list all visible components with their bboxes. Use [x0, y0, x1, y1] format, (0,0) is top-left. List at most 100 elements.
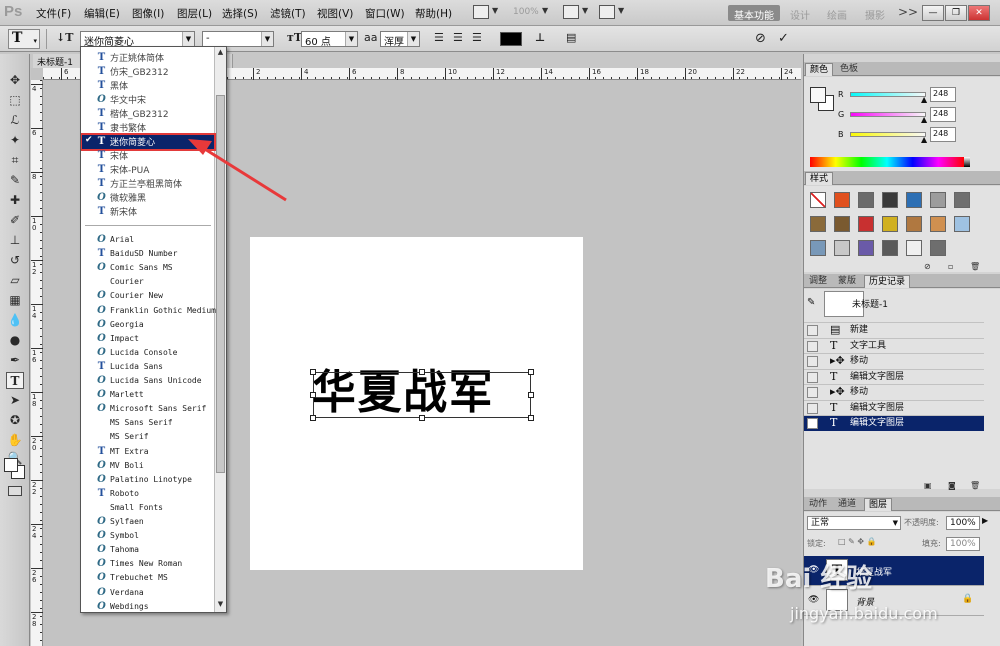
tool-preset-picker[interactable]: T ▾ — [8, 29, 40, 49]
chevron-right-icon[interactable]: ▶ — [982, 516, 988, 525]
minimize-icon[interactable]: — — [922, 5, 944, 21]
gradient-tool-icon[interactable]: ▦ — [6, 292, 24, 309]
style-swatch[interactable] — [834, 216, 850, 232]
tab-history[interactable]: 历史记录 — [864, 275, 911, 288]
transform-handle[interactable] — [419, 415, 425, 421]
style-swatch[interactable] — [858, 240, 874, 256]
history-item[interactable]: ▤ 新建 — [804, 322, 984, 338]
font-option[interactable]: O 华文中宋 — [82, 93, 214, 107]
style-swatch[interactable] — [882, 216, 898, 232]
chevron-down-icon[interactable]: ▼ — [492, 6, 498, 15]
chevron-down-icon[interactable]: ▼ — [893, 517, 898, 529]
chevron-down-icon[interactable]: ▼ — [182, 32, 194, 46]
transform-handle[interactable] — [310, 415, 316, 421]
tab-layers[interactable]: 图层 — [864, 498, 893, 511]
font-option[interactable]: T 方正姚体简体 — [82, 51, 214, 65]
history-brush-tool-icon[interactable]: ↺ — [6, 252, 24, 269]
zoom-level[interactable]: 100% — [513, 7, 539, 17]
style-swatch[interactable] — [930, 216, 946, 232]
chevron-down-icon[interactable]: ▼ — [345, 32, 357, 46]
menu-edit[interactable]: 编辑(E) — [84, 6, 120, 21]
canvas[interactable]: 华夏战军 — [250, 237, 583, 570]
font-option[interactable]: Small Fonts — [82, 501, 214, 515]
font-option[interactable]: O Impact — [82, 332, 214, 346]
style-swatch[interactable] — [810, 192, 826, 208]
brush-tool-icon[interactable]: ✐ — [6, 212, 24, 229]
snapshot-source-icon[interactable]: ✎ — [807, 297, 815, 308]
align-right-icon[interactable]: ☰ — [472, 31, 482, 47]
transform-handle[interactable] — [310, 392, 316, 398]
menu-filter[interactable]: 滤镜(T) — [270, 6, 306, 21]
marquee-tool-icon[interactable]: ⬚ — [6, 92, 24, 109]
font-option[interactable]: T 隶书繁体 — [82, 121, 214, 135]
trash-icon[interactable]: 🗑 — [970, 481, 980, 490]
font-option[interactable]: MS Sans Serif — [82, 416, 214, 430]
transform-handle[interactable] — [419, 369, 425, 375]
style-swatch[interactable] — [882, 240, 898, 256]
chevron-down-icon[interactable]: ▼ — [542, 6, 548, 15]
slider-knob-icon[interactable]: ▲ — [921, 115, 927, 124]
snapshot-name[interactable]: 未标题-1 — [852, 297, 888, 310]
style-swatch[interactable] — [930, 192, 946, 208]
font-option[interactable]: Courier — [82, 275, 214, 289]
history-item[interactable]: T 编辑文字图层 — [804, 415, 984, 431]
scroll-down-icon[interactable]: ▼ — [215, 600, 226, 611]
history-item[interactable]: T 文字工具 — [804, 337, 984, 354]
transform-handle[interactable] — [528, 369, 534, 375]
tab-masks[interactable]: 蒙版 — [834, 275, 860, 288]
blend-mode-select[interactable]: 正常 ▼ — [807, 516, 901, 530]
color-spectrum[interactable] — [810, 157, 964, 167]
style-swatch[interactable] — [906, 192, 922, 208]
history-item[interactable]: ▸✥ 移动 — [804, 353, 984, 369]
font-option[interactable]: T 方正兰亭粗黑简体 — [82, 177, 214, 191]
history-source-checkbox[interactable] — [807, 371, 818, 383]
style-swatch[interactable] — [954, 192, 970, 208]
history-item[interactable]: T 编辑文字图层 — [804, 399, 984, 416]
history-source-checkbox[interactable] — [807, 356, 818, 367]
history-source-checkbox[interactable] — [807, 418, 818, 429]
trash-icon[interactable]: 🗑 — [970, 262, 980, 271]
font-option[interactable]: T 新宋体 — [82, 205, 214, 219]
transform-handle[interactable] — [528, 415, 534, 421]
style-swatch[interactable] — [810, 240, 826, 256]
commit-icon[interactable]: ✓ — [778, 31, 789, 47]
antialias-select[interactable]: 浑厚 ▼ — [380, 31, 420, 48]
channel-value-field[interactable]: 248 — [930, 87, 956, 102]
warp-text-icon[interactable]: ⊥ — [535, 31, 545, 47]
font-option[interactable]: MS Serif — [82, 430, 214, 444]
font-option[interactable]: O 微软雅黑 — [82, 191, 214, 205]
channel-slider-track[interactable] — [850, 132, 926, 137]
font-option[interactable]: O Courier New — [82, 289, 214, 303]
font-option[interactable]: T 黑体 — [82, 79, 214, 93]
font-option[interactable]: O Tahoma — [82, 543, 214, 557]
font-option[interactable]: O Lucida Console — [82, 346, 214, 360]
style-swatch[interactable] — [858, 216, 874, 232]
tab-swatches[interactable]: 色板 — [836, 63, 862, 76]
font-option[interactable]: T 宋体-PUA — [82, 163, 214, 177]
style-swatch[interactable] — [882, 192, 898, 208]
menu-image[interactable]: 图像(I) — [132, 6, 164, 21]
clear-style-icon[interactable]: ⊘ — [924, 262, 931, 271]
font-family-dropdown[interactable]: ▲ ▼ T 方正姚体简体 T 仿宋_GB2312 T 黑体 O 华文中宋 T 楷体_GB2312 T… — [80, 46, 227, 613]
history-source-checkbox[interactable] — [807, 387, 818, 398]
history-item[interactable]: T 编辑文字图层 — [804, 368, 984, 385]
workspace-painting[interactable]: 绘画 — [821, 5, 853, 22]
font-option[interactable]: O Times New Roman — [82, 557, 214, 571]
new-style-icon[interactable]: ▫ — [948, 262, 953, 271]
tab-styles[interactable]: 样式 — [805, 172, 834, 185]
lock-icons[interactable]: □ ✎ ✥ 🔒 — [838, 537, 877, 546]
fill-field[interactable]: 100% — [946, 537, 980, 551]
grayscale-ramp[interactable] — [964, 157, 970, 167]
history-source-checkbox[interactable] — [807, 325, 818, 336]
channel-value-field[interactable]: 248 — [930, 127, 956, 142]
tab-color[interactable]: 颜色 — [805, 63, 834, 76]
shape-tool-icon[interactable]: ✪ — [6, 412, 24, 429]
chevron-down-icon[interactable]: ▼ — [261, 32, 273, 46]
menu-window[interactable]: 窗口(W) — [365, 6, 405, 21]
transform-bounding-box[interactable] — [310, 369, 534, 421]
font-option[interactable]: T 楷体_GB2312 — [82, 107, 214, 121]
foreground-color-swatch[interactable] — [4, 458, 18, 472]
character-panel-icon[interactable]: ▤ — [566, 31, 576, 47]
font-option[interactable]: O Sylfaen — [82, 515, 214, 529]
channel-slider-track[interactable] — [850, 92, 926, 97]
